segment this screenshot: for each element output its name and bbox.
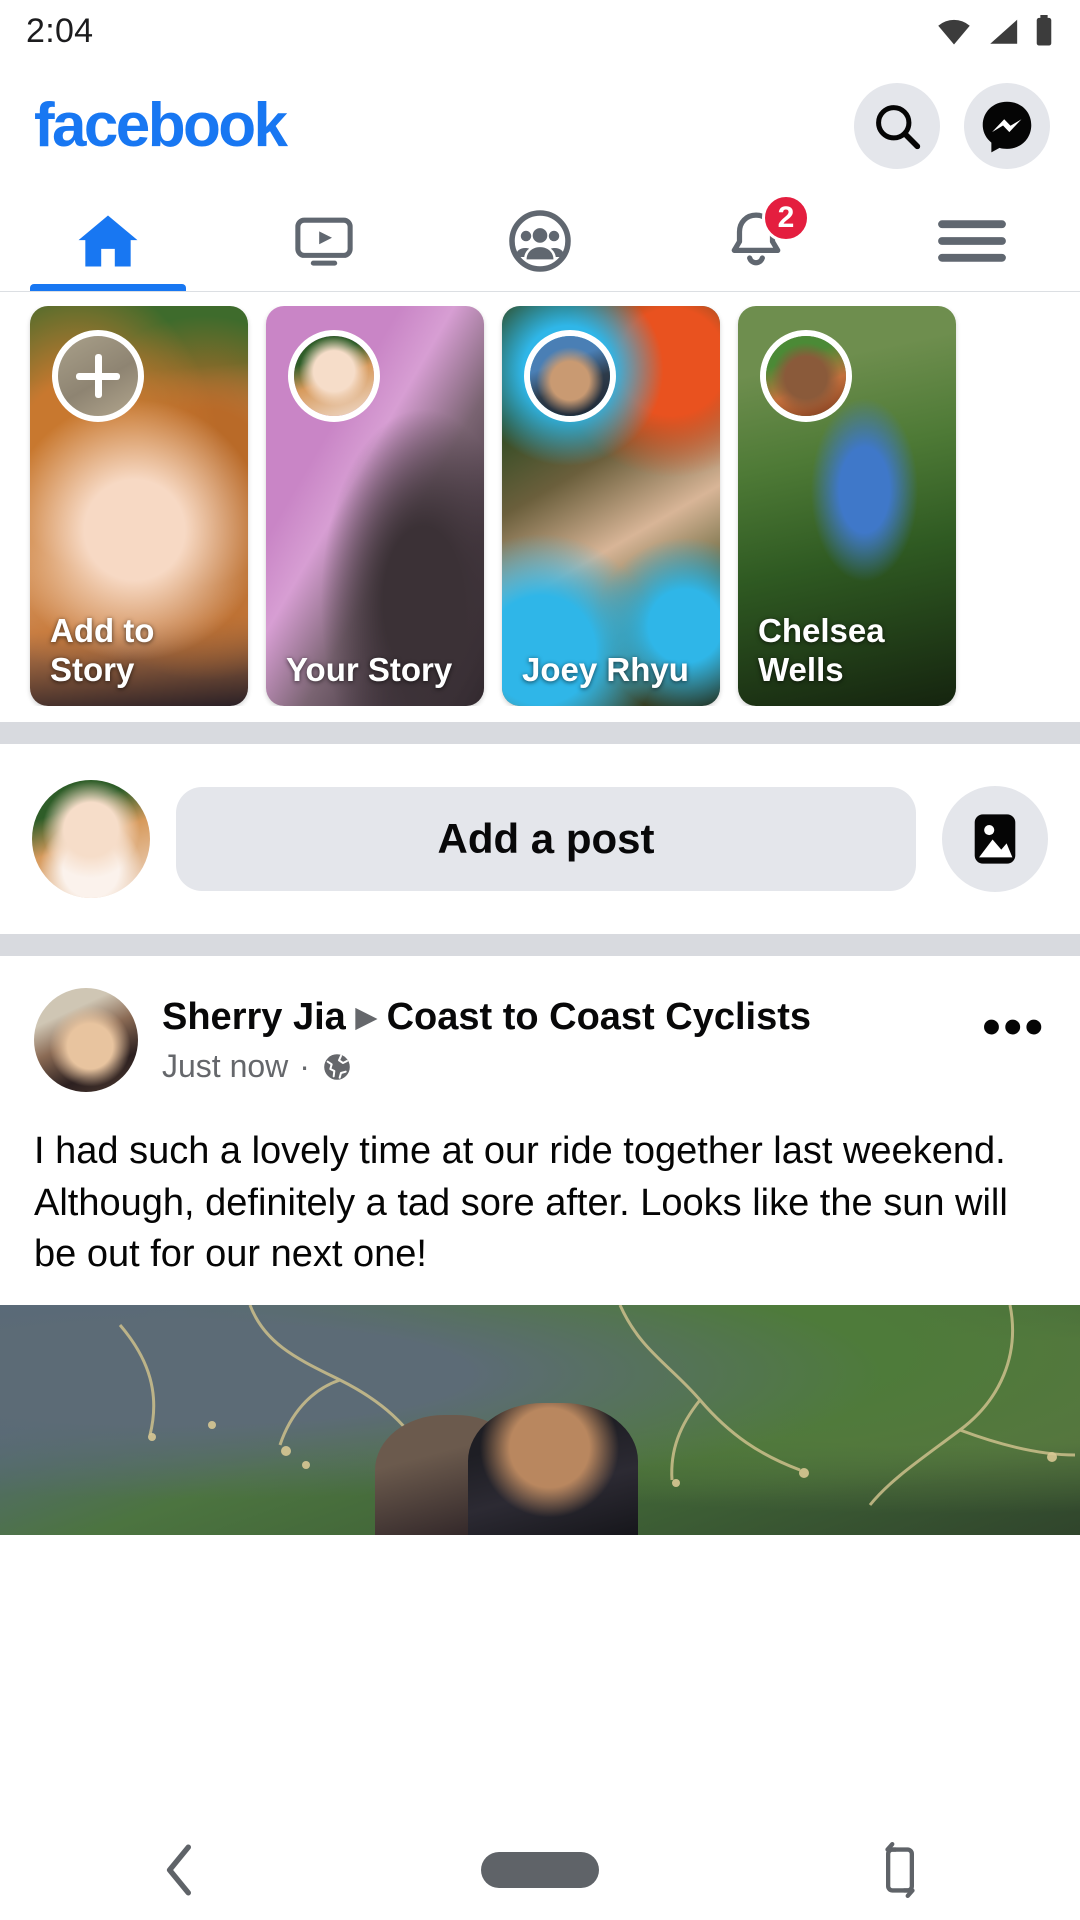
story-label: Joey Rhyu [522,651,689,689]
screen-rotate-icon [885,1842,915,1898]
search-button[interactable] [854,83,940,169]
user-avatar[interactable] [32,780,150,898]
tab-menu[interactable] [864,190,1080,291]
nav-back-button[interactable] [90,1843,270,1897]
add-photo-button[interactable] [942,786,1048,892]
story-card-chelsea-wells[interactable]: Chelsea Wells [738,306,956,706]
nav-home-button[interactable] [450,1852,630,1888]
avatar-image [766,336,846,416]
tab-notifications[interactable]: 2 [648,190,864,291]
avatar-image [530,336,610,416]
nav-rotate-button[interactable] [810,1842,990,1898]
avatar-image [294,336,374,416]
post-dot-separator: · [299,1048,310,1085]
hamburger-menu-icon [938,219,1006,262]
home-pill-icon [481,1852,599,1888]
story-card-your-story[interactable]: Your Story [266,306,484,706]
home-icon [78,215,138,266]
tab-home[interactable] [0,190,216,291]
tab-active-indicator [30,284,186,291]
watch-video-icon [295,217,353,266]
app-header: facebook [0,62,1080,190]
story-card-add[interactable]: Add to Story [30,306,248,706]
avatar-image [32,780,150,898]
post-body-text: I had such a lovely time at our ride tog… [34,1130,1008,1276]
story-card-joey-rhyu[interactable]: Joey Rhyu [502,306,720,706]
add-post-label: Add a post [437,815,655,862]
post-options-button[interactable]: ••• [982,988,1046,1053]
post-composer: Add a post [0,744,1080,934]
messenger-icon [982,101,1032,153]
section-divider [0,722,1080,744]
post-photo[interactable] [0,1305,1080,1536]
post-meta: Sherry Jia ▶ Coast to Coast Cyclists Jus… [162,988,958,1085]
post-author-name[interactable]: Sherry Jia [162,994,346,1040]
wifi-icon [938,19,970,45]
header-actions [854,83,1050,169]
status-time: 2:04 [26,11,94,50]
globe-icon [324,1054,350,1080]
add-story-button[interactable] [52,330,144,422]
tab-groups[interactable] [432,190,648,291]
story-avatar[interactable] [524,330,616,422]
facebook-app-screen: 2:04 facebook 2 Add to Story Your Story … [0,0,1080,1920]
section-divider [0,934,1080,956]
status-icons [936,15,1054,47]
story-label: Your Story [286,651,453,689]
groups-icon [509,209,571,272]
notification-badge: 2 [762,194,810,242]
stories-carousel[interactable]: Add to Story Your Story Joey Rhyu Chelse… [0,306,1080,706]
back-chevron-icon [166,1844,192,1896]
story-avatar[interactable] [760,330,852,422]
post-subtitle: Just now · [162,1048,958,1085]
cellular-signal-icon [990,19,1018,44]
stories-section: Add to Story Your Story Joey Rhyu Chelse… [0,292,1080,722]
search-icon [876,105,921,150]
post-timestamp[interactable]: Just now [162,1048,288,1085]
battery-icon [1036,15,1052,46]
tab-watch[interactable] [216,190,432,291]
post-header: Sherry Jia ▶ Coast to Coast Cyclists Jus… [0,956,1080,1092]
story-avatar[interactable] [288,330,380,422]
story-label: Add to Story [50,612,155,689]
triangle-right-icon: ▶ [355,1001,377,1032]
photo-icon [974,814,1016,864]
feed-post: Sherry Jia ▶ Coast to Coast Cyclists Jus… [0,956,1080,1536]
main-tab-bar: 2 [0,190,1080,292]
post-photo-person-right [468,1403,638,1536]
system-navigation-bar [0,1820,1080,1920]
story-label: Chelsea Wells [758,612,885,689]
avatar-image [34,988,138,1092]
post-author-avatar[interactable] [34,988,138,1092]
add-post-button[interactable]: Add a post [176,787,916,891]
facebook-logo: facebook [34,91,288,160]
post-group-name[interactable]: Coast to Coast Cyclists [387,994,811,1040]
post-title-row: Sherry Jia ▶ Coast to Coast Cyclists [162,994,958,1040]
status-bar: 2:04 [0,0,1080,62]
messenger-button[interactable] [964,83,1050,169]
